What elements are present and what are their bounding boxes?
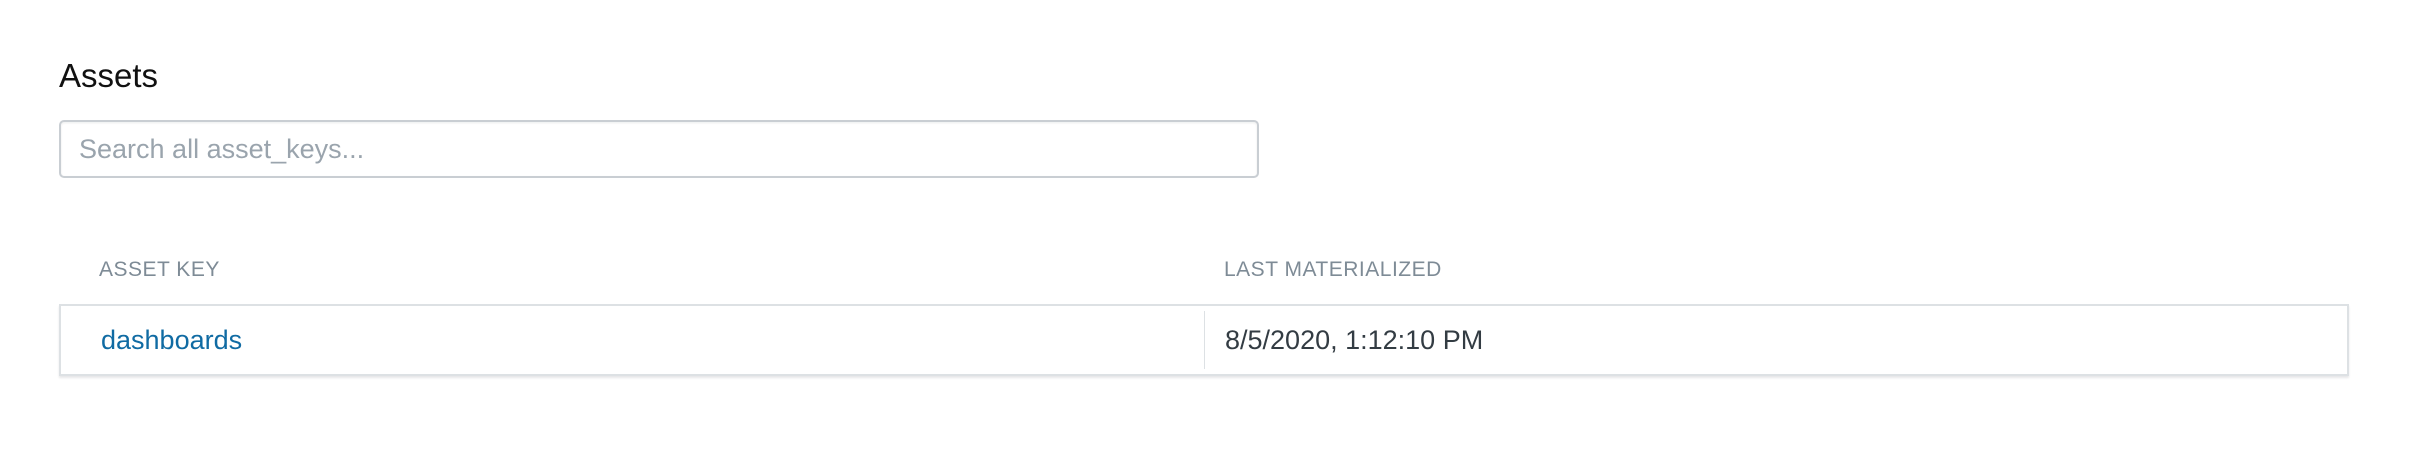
column-header-asset-key[interactable]: ASSET KEY [99,258,220,282]
table-row[interactable]: dashboards 8/5/2020, 1:12:10 PM [59,304,2349,376]
asset-key-cell: dashboards [61,306,1204,374]
assets-table: ASSET KEY LAST MATERIALIZED dashboards 8… [59,250,2349,376]
page-title: Assets [59,57,159,94]
column-header-last-materialized[interactable]: LAST MATERIALIZED [1224,258,1442,282]
last-materialized-cell: 8/5/2020, 1:12:10 PM [1225,324,1484,355]
table-header: ASSET KEY LAST MATERIALIZED [59,250,2349,304]
asset-key-link[interactable]: dashboards [101,325,242,356]
search-input[interactable] [59,120,1259,178]
cell-divider [1204,311,1205,369]
